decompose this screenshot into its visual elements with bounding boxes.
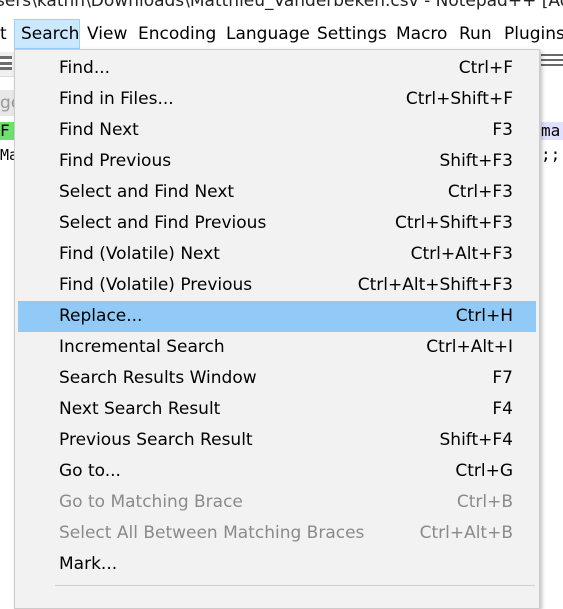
window-title: sers\kathh\Downloads\Matthieu_Vanderbeke… [0, 0, 563, 11]
menu-item-label: Previous Search Result [59, 430, 253, 450]
menu-run[interactable]: Run [459, 18, 492, 50]
menu-item-label: Find (Volatile) Previous [59, 275, 253, 295]
menu-item-find-volatile-next[interactable]: Find (Volatile) Next Ctrl+Alt+F3 [18, 239, 536, 270]
menu-item-shortcut: Ctrl+Alt+I [426, 337, 513, 357]
menu-separator [55, 585, 535, 586]
menu-item-label: Go to Matching Brace [59, 492, 243, 512]
menu-item-find-in-files[interactable]: Find in Files... Ctrl+Shift+F [18, 84, 536, 115]
menu-item-label: Incremental Search [59, 337, 225, 357]
menu-item-shortcut: Ctrl+Alt+B [419, 523, 513, 543]
menu-item-select-and-find-previous[interactable]: Select and Find Previous Ctrl+Shift+F3 [18, 208, 536, 239]
menu-item-label: Replace... [59, 306, 143, 326]
menu-item-go-to-matching-brace[interactable]: Go to Matching Brace Ctrl+B [18, 487, 536, 518]
editor-line-2-right-fragment: ;; [541, 146, 561, 164]
window-title-bar: sers\kathh\Downloads\Matthieu_Vanderbeke… [0, 0, 563, 18]
menu-item-find-next[interactable]: Find Next F3 [18, 115, 536, 146]
menu-item-shortcut: Shift+F3 [439, 151, 513, 171]
menu-item-label: Mark... [59, 554, 118, 574]
menu-item-find-volatile-previous[interactable]: Find (Volatile) Previous Ctrl+Alt+Shift+… [18, 270, 536, 301]
toolbar-list-icon[interactable] [0, 56, 12, 70]
menu-item-label: Next Search Result [59, 399, 221, 419]
menu-item-next-search-result[interactable]: Next Search Result F4 [18, 394, 536, 425]
menu-item-shortcut: F7 [492, 368, 513, 388]
menu-item-label: Find Next [59, 120, 139, 140]
menu-item-shortcut: Ctrl+F [458, 58, 513, 78]
menu-item-find[interactable]: Find... Ctrl+F [18, 53, 536, 84]
menu-item-select-and-find-next[interactable]: Select and Find Next Ctrl+F3 [18, 177, 536, 208]
menu-search[interactable]: Search [14, 19, 80, 49]
menu-item-replace[interactable]: Replace... Ctrl+H [18, 301, 536, 332]
menu-item-label: Select All Between Matching Braces [59, 523, 365, 543]
menu-plugins[interactable]: Plugins [504, 18, 563, 50]
menu-item-mark[interactable]: Mark... [18, 549, 536, 580]
menu-settings[interactable]: Settings [317, 18, 387, 50]
menu-view[interactable]: View [87, 18, 127, 50]
editor-line-1-right-fragment: ma [541, 122, 563, 140]
menu-language[interactable]: Language [226, 18, 310, 50]
menu-item-shortcut: Ctrl+Alt+Shift+F3 [357, 275, 513, 295]
menu-item-shortcut: Ctrl+G [455, 461, 513, 481]
menu-bar: t Search View Encoding Language Settings… [0, 18, 563, 50]
menu-item-shortcut: Ctrl+Shift+F3 [395, 213, 513, 233]
menu-item-select-all-between-matching-braces[interactable]: Select All Between Matching Braces Ctrl+… [18, 518, 536, 549]
menu-item-search-results-window[interactable]: Search Results Window F7 [18, 363, 536, 394]
menu-item-shortcut: F4 [492, 399, 513, 419]
menu-item-label: Select and Find Next [59, 182, 235, 202]
menu-encoding[interactable]: Encoding [138, 18, 216, 50]
menu-item-shortcut: Ctrl+Alt+F3 [410, 244, 513, 264]
menu-item-shortcut: F3 [492, 120, 513, 140]
menu-edit-fragment[interactable]: t [0, 18, 7, 50]
menu-item-label: Select and Find Previous [59, 213, 267, 233]
menu-item-previous-search-result[interactable]: Previous Search Result Shift+F4 [18, 425, 536, 456]
menu-macro[interactable]: Macro [396, 18, 447, 50]
menu-item-shortcut: Ctrl+F3 [447, 182, 513, 202]
menu-item-shortcut: Ctrl+Shift+F [405, 89, 513, 109]
toolbar-wrap-icon[interactable] [541, 54, 563, 68]
menu-item-shortcut: Ctrl+B [456, 492, 513, 512]
menu-item-label: Find... [59, 58, 111, 78]
menu-item-label: Find in Files... [59, 89, 174, 109]
search-menu-dropdown: Find... Ctrl+F Find in Files... Ctrl+Shi… [14, 49, 540, 609]
menu-item-incremental-search[interactable]: Incremental Search Ctrl+Alt+I [18, 332, 536, 363]
menu-item-label: Search Results Window [59, 368, 257, 388]
menu-item-label: Find Previous [59, 151, 172, 171]
menu-item-label: Find (Volatile) Next [59, 244, 220, 264]
menu-item-find-previous[interactable]: Find Previous Shift+F3 [18, 146, 536, 177]
menu-item-label: Go to... [59, 461, 121, 481]
menu-item-go-to[interactable]: Go to... Ctrl+G [18, 456, 536, 487]
menu-item-shortcut: Ctrl+H [455, 306, 513, 326]
menu-item-shortcut: Shift+F4 [439, 430, 513, 450]
